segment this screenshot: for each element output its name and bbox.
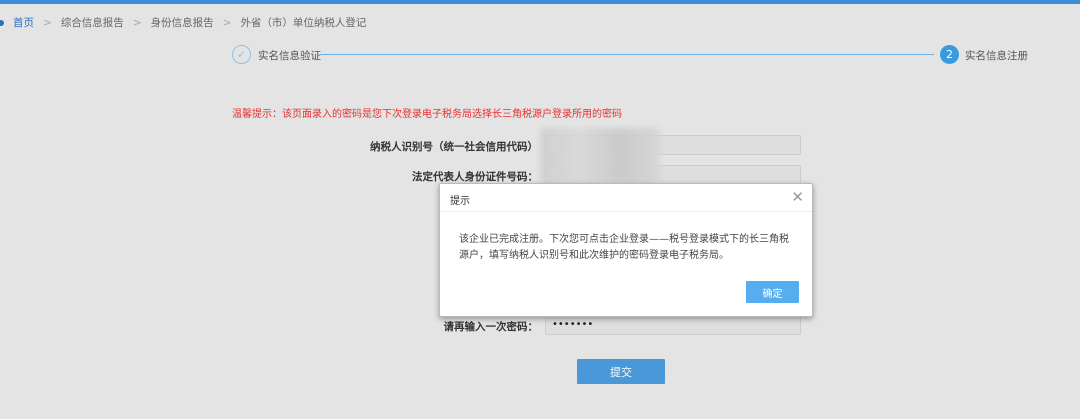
breadcrumb-separator: > xyxy=(222,16,232,29)
breadcrumb-separator: > xyxy=(132,16,142,29)
dialog-title: 提示 xyxy=(450,196,470,207)
check-icon: ✓ xyxy=(232,45,251,64)
close-icon[interactable]: ✕ xyxy=(791,188,804,206)
dialog-header: 提示 ✕ xyxy=(440,184,812,212)
step-2-label: 实名信息注册 xyxy=(965,50,1028,62)
breadcrumb-item[interactable]: 身份信息报告 xyxy=(151,15,214,30)
legal-rep-id-label: 法定代表人身份证件号码： xyxy=(412,171,538,183)
dialog-message: 该企业已完成注册。下次您可点击企业登录——税号登录模式下的长三角税源户，填写纳税… xyxy=(459,234,789,261)
step-1-label: 实名信息验证 xyxy=(258,50,321,62)
top-bar xyxy=(0,0,1080,4)
confirm-password-input[interactable]: ••••••• xyxy=(545,315,801,335)
step-2-number: 2 xyxy=(940,45,959,64)
redacted-area xyxy=(540,128,660,183)
step-progress-line xyxy=(320,54,934,55)
taxpayer-id-label: 纳税人识别号（统一社会信用代码） xyxy=(370,141,538,153)
breadcrumb-separator: > xyxy=(43,16,52,29)
breadcrumb-item[interactable]: 综合信息报告 xyxy=(61,15,124,30)
breadcrumb-home[interactable]: 首页 xyxy=(13,15,34,30)
notice-dialog: 提示 ✕ 该企业已完成注册。下次您可点击企业登录——税号登录模式下的长三角税源户… xyxy=(439,183,813,317)
breadcrumb: 首页 > 综合信息报告 > 身份信息报告 > 外省（市）单位纳税人登记 xyxy=(0,15,366,30)
submit-button[interactable]: 提交 xyxy=(577,359,665,384)
confirm-password-label: 请再输入一次密码： xyxy=(443,321,539,333)
ok-button[interactable]: 确定 xyxy=(746,281,799,303)
home-dot-icon xyxy=(0,19,4,26)
warning-text: 温馨提示：该页面录入的密码是您下次登录电子税务局选择长三角税源户登录所用的密码 xyxy=(232,109,622,120)
breadcrumb-current: 外省（市）单位纳税人登记 xyxy=(240,17,367,29)
